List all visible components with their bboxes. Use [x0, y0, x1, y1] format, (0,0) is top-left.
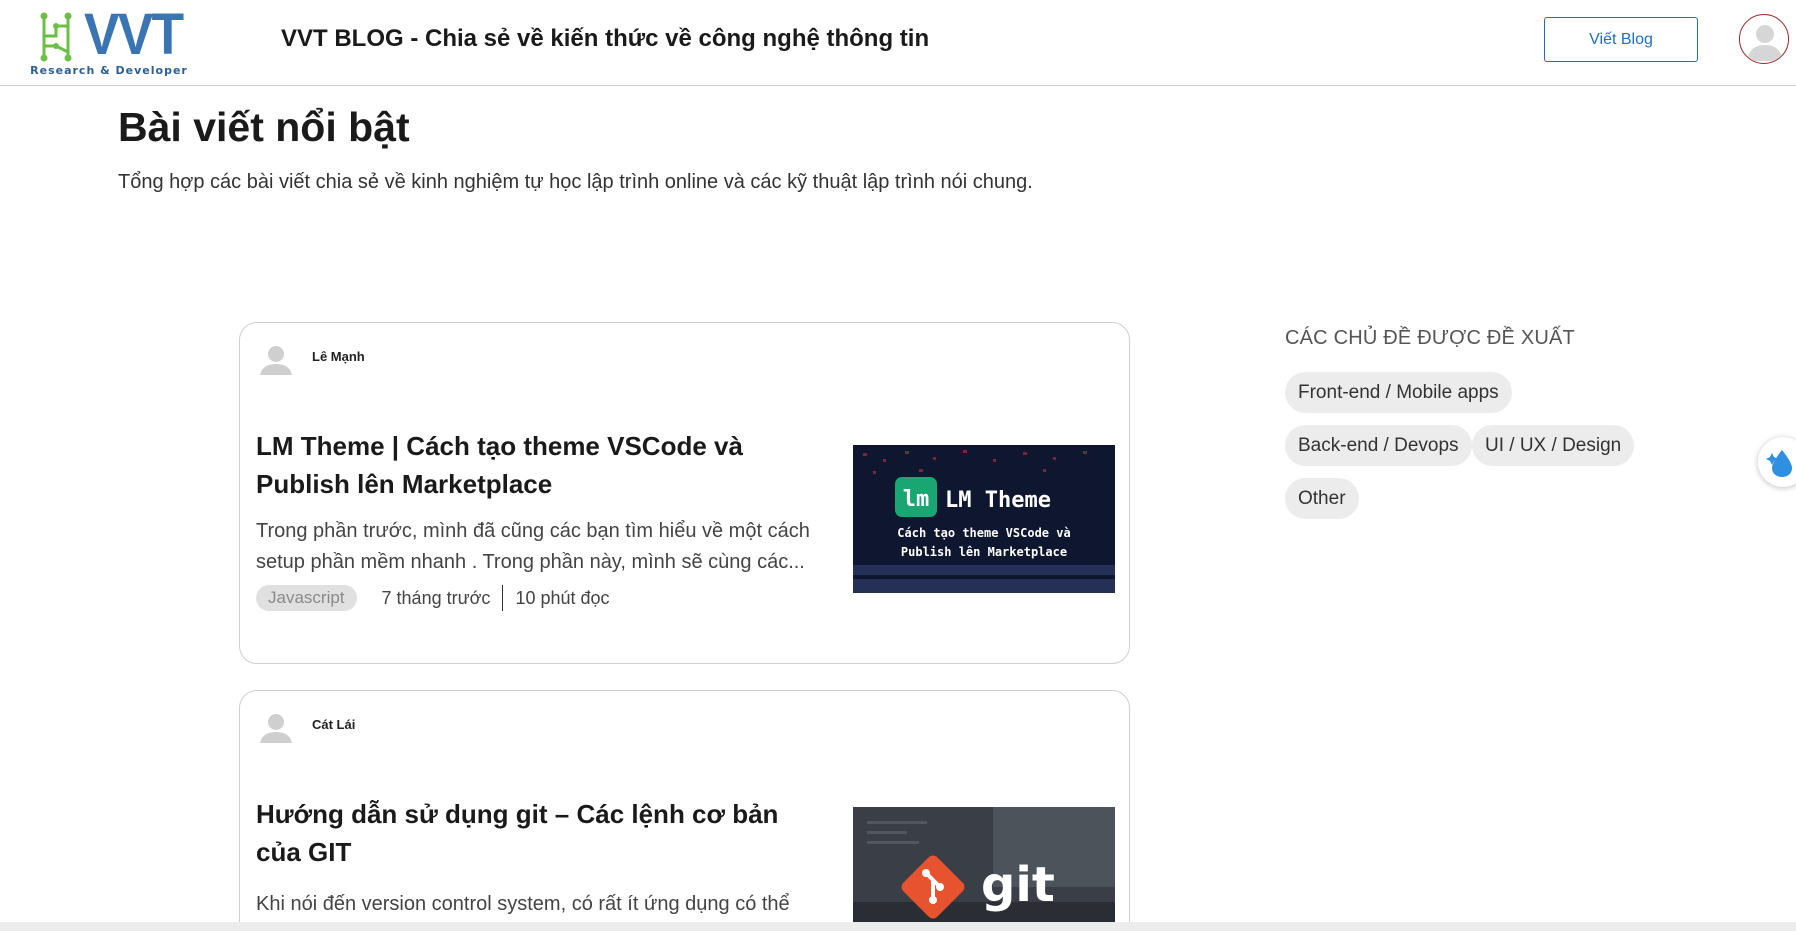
thumb-word: git — [981, 857, 1055, 913]
write-blog-button[interactable]: Viết Blog — [1544, 17, 1698, 62]
site-logo[interactable]: VVT Research & Developer — [26, 2, 192, 78]
author-name[interactable]: Lê Mạnh — [312, 349, 365, 364]
post-tag[interactable]: Javascript — [256, 585, 357, 611]
lm-theme-thumbnail: lm LM Theme Cách tạo theme VSCode và Pub… — [853, 445, 1115, 593]
page-description: Tổng hợp các bài viết chia sẻ về kinh ng… — [118, 171, 1033, 193]
logo-circuit-icon — [40, 12, 72, 62]
topic-uiux[interactable]: UI / UX / Design — [1472, 425, 1635, 466]
topic-other[interactable]: Other — [1285, 478, 1359, 519]
logo-subtitle: Research & Developer — [30, 64, 188, 77]
post-card[interactable]: Cát Lái Hướng dẫn sử dụng git – Các lệnh… — [239, 690, 1130, 931]
author-avatar-icon — [260, 346, 292, 375]
horizontal-scrollbar[interactable] — [0, 922, 1796, 931]
user-icon — [1747, 25, 1783, 61]
author-name[interactable]: Cát Lái — [312, 717, 355, 732]
post-thumbnail[interactable]: lm LM Theme Cách tạo theme VSCode và Pub… — [853, 445, 1115, 593]
post-excerpt: Trong phần trước, mình đã cũng các bạn t… — [256, 520, 810, 573]
topic-backend[interactable]: Back-end / Devops — [1285, 425, 1472, 466]
droplet-icon — [1766, 450, 1792, 477]
post-read-time: 10 phút đọc — [515, 587, 610, 608]
page-title: Bài viết nổi bật — [118, 104, 410, 150]
post-excerpt: Khi nói đến version control system, có r… — [256, 893, 790, 915]
post-title[interactable]: LM Theme | Cách tạo theme VSCode và Publ… — [256, 427, 826, 503]
post-card[interactable]: Lê Mạnh LM Theme | Cách tạo theme VSCode… — [239, 322, 1130, 664]
post-thumbnail[interactable]: git — [853, 807, 1115, 931]
post-time: 7 tháng trước — [382, 585, 504, 611]
author-avatar-icon — [260, 714, 292, 743]
author-info[interactable]: Cát Lái — [260, 711, 355, 745]
thumb-heading: LM Theme — [945, 488, 1051, 513]
thumb-line-1: Cách tạo theme VSCode và — [897, 526, 1070, 540]
logo-text: VVT — [84, 2, 184, 67]
site-header: VVT Research & Developer VVT BLOG - Chia… — [0, 0, 1796, 86]
post-title[interactable]: Hướng dẫn sử dụng git – Các lệnh cơ bản … — [256, 795, 826, 871]
author-info[interactable]: Lê Mạnh — [260, 343, 365, 377]
git-thumbnail: git — [853, 807, 1115, 931]
floating-assistant-button[interactable] — [1758, 437, 1796, 487]
user-avatar[interactable] — [1739, 14, 1789, 64]
suggested-topics-heading: CÁC CHỦ ĐỀ ĐƯỢC ĐỀ XUẤT — [1285, 327, 1575, 349]
topic-frontend[interactable]: Front-end / Mobile apps — [1285, 372, 1512, 413]
thumb-line-2: Publish lên Marketplace — [901, 545, 1067, 559]
thumb-badge: lm — [903, 487, 930, 512]
post-meta: Javascript 7 tháng trước 10 phút đọc — [256, 585, 610, 611]
site-title: VVT BLOG - Chia sẻ về kiến thức về công … — [281, 25, 930, 52]
